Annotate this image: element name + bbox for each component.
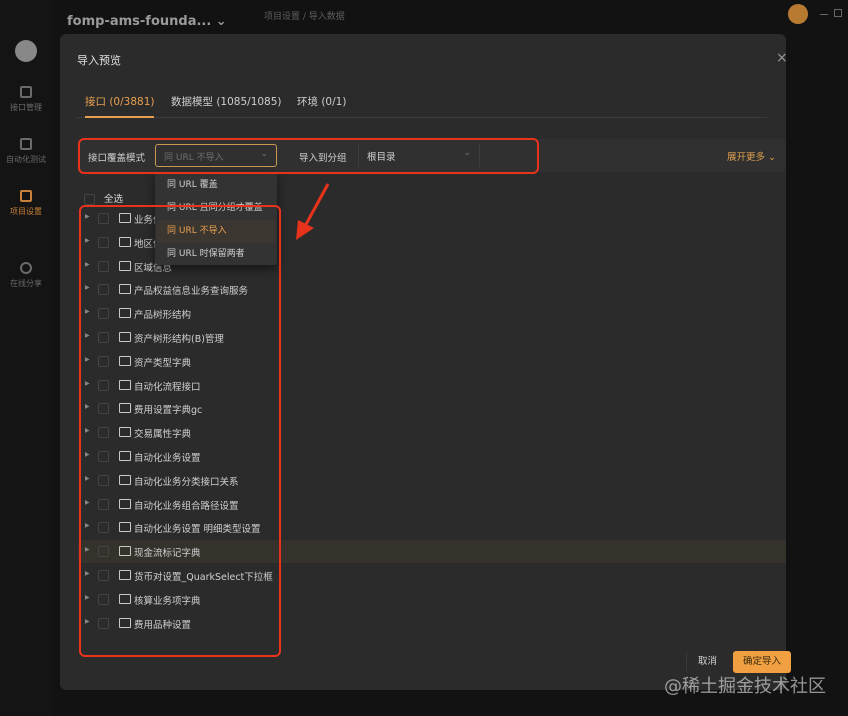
api-icon xyxy=(20,86,32,98)
sync-icon[interactable] xyxy=(788,4,808,24)
select-all[interactable]: 全选 xyxy=(84,191,123,205)
close-icon[interactable]: × xyxy=(776,50,788,66)
cancel-button[interactable]: 取消 xyxy=(686,651,728,673)
annotation-box xyxy=(79,205,281,657)
minimize-icon[interactable] xyxy=(820,14,828,15)
tab-data-model[interactable]: 数据模型 (1085/1085) xyxy=(171,94,282,109)
confirm-import-button[interactable]: 确定导入 xyxy=(733,651,791,673)
sidebar-item-settings[interactable]: 项目设置 xyxy=(0,190,52,217)
tabs: 接口 (0/3881) 数据模型 (1085/1085) 环境 (0/1) xyxy=(77,94,767,118)
dropdown-option[interactable]: 同 URL 覆盖 xyxy=(157,174,275,197)
sidebar-item-share[interactable]: 在线分享 xyxy=(0,262,52,289)
annotation-arrow xyxy=(296,183,330,240)
tab-api[interactable]: 接口 (0/3881) xyxy=(85,94,155,118)
sidebar: 接口管理 自动化测试 项目设置 在线分享 xyxy=(0,0,52,716)
test-icon xyxy=(20,138,32,150)
expand-more-button[interactable]: 展开更多 ⌄ xyxy=(727,149,776,163)
checkbox[interactable] xyxy=(84,194,95,205)
sidebar-item-api[interactable]: 接口管理 xyxy=(0,86,52,113)
share-icon xyxy=(20,262,32,274)
project-switcher[interactable]: fomp-ams-founda... ⌄ xyxy=(67,14,227,29)
tab-environment[interactable]: 环境 (0/1) xyxy=(297,94,346,109)
annotation-box xyxy=(78,138,539,174)
watermark: @稀土掘金技术社区 xyxy=(664,676,826,697)
sidebar-item-autotest[interactable]: 自动化测试 xyxy=(0,138,52,165)
settings-icon xyxy=(20,190,32,202)
maximize-icon[interactable] xyxy=(834,9,842,17)
breadcrumb: 项目设置 / 导入数据 xyxy=(264,12,345,22)
modal-title: 导入预览 xyxy=(77,54,121,67)
avatar[interactable] xyxy=(15,40,37,62)
